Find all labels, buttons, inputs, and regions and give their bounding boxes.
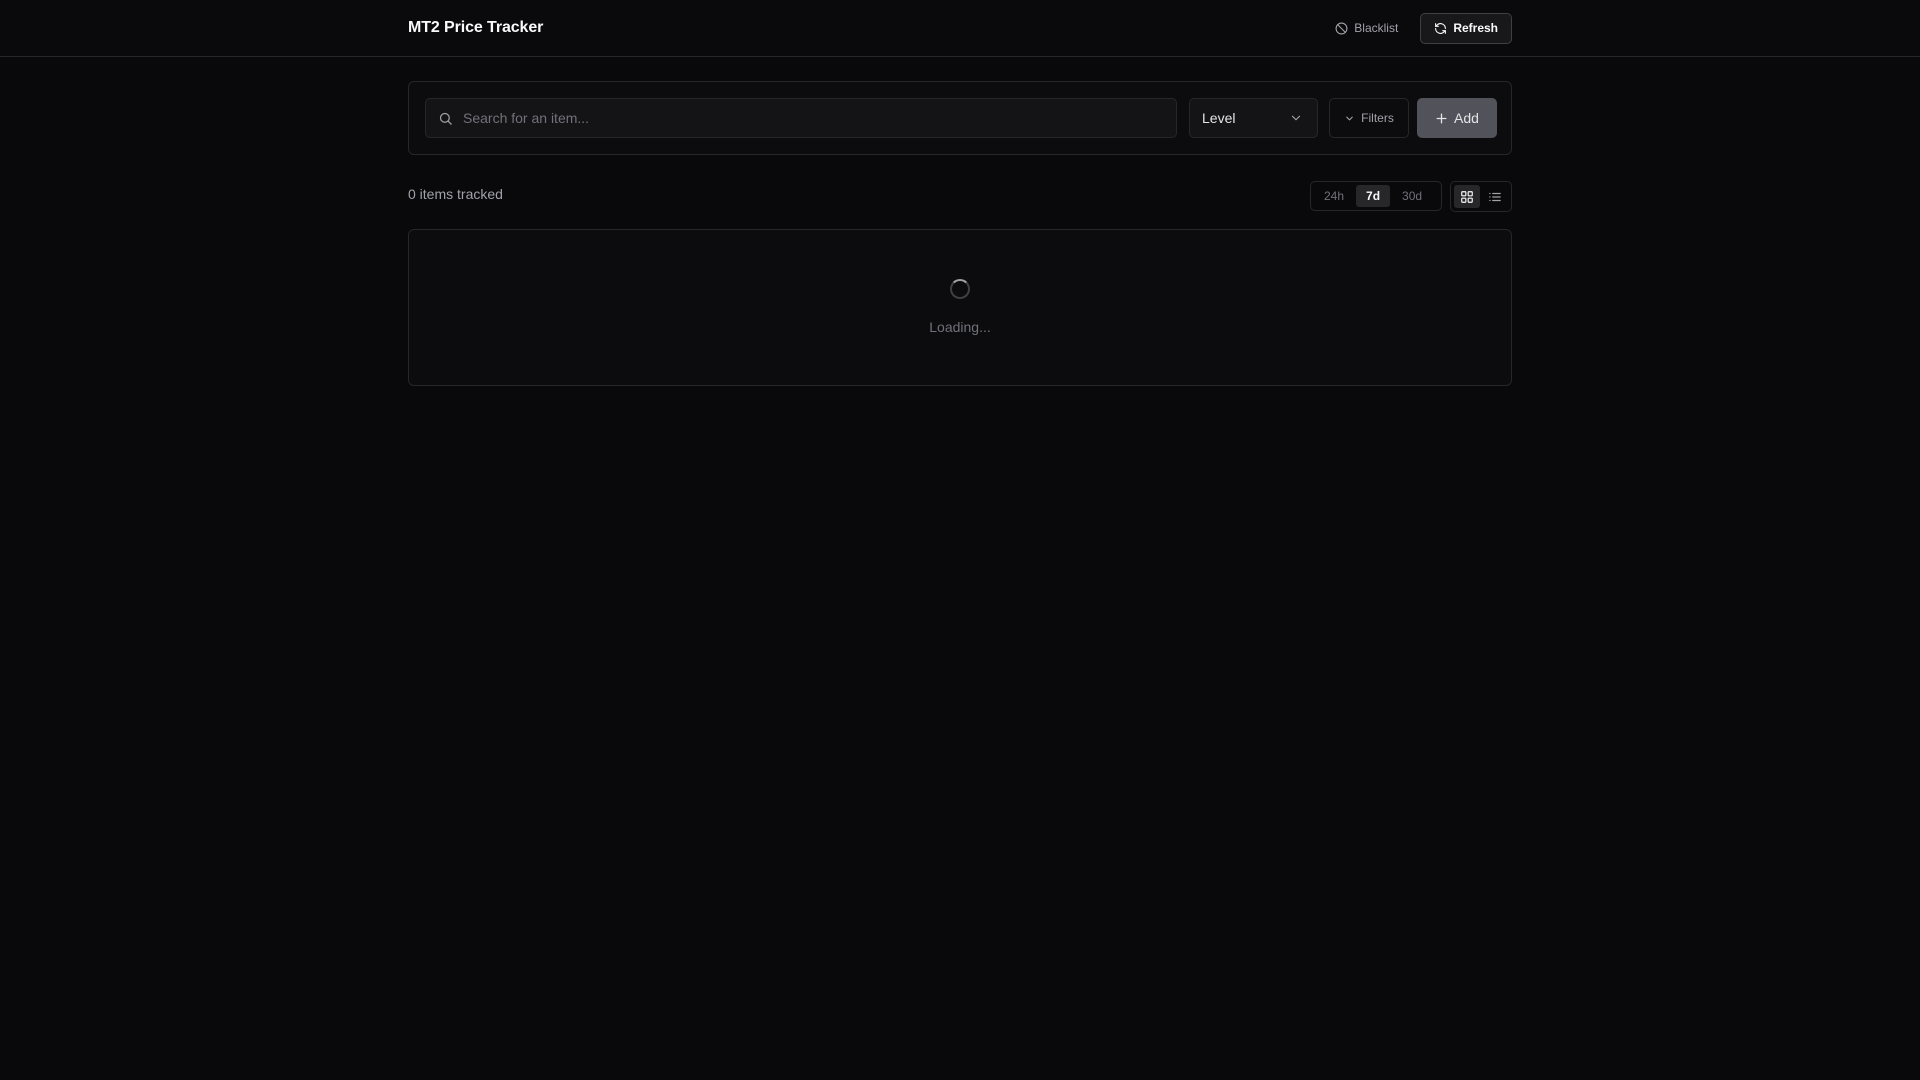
filters-button[interactable]: Filters bbox=[1329, 98, 1409, 138]
chevron-down-icon bbox=[1289, 111, 1303, 125]
level-select-value: Level bbox=[1202, 110, 1236, 126]
blacklist-button[interactable]: Blacklist bbox=[1323, 13, 1410, 43]
refresh-label: Refresh bbox=[1453, 21, 1498, 35]
add-label: Add bbox=[1454, 110, 1479, 126]
add-button[interactable]: Add bbox=[1417, 98, 1497, 138]
search-input[interactable] bbox=[463, 99, 1176, 137]
top-bar: MT2 Price Tracker Blacklist Refresh bbox=[0, 0, 1920, 57]
loading-text: Loading... bbox=[929, 319, 991, 335]
search-icon bbox=[438, 111, 453, 126]
time-range-7d[interactable]: 7d bbox=[1356, 185, 1391, 207]
blacklist-label: Blacklist bbox=[1354, 21, 1399, 35]
time-range-30d[interactable]: 30d bbox=[1392, 185, 1432, 207]
chevron-down-icon bbox=[1344, 113, 1355, 124]
top-actions: Blacklist Refresh bbox=[1323, 12, 1512, 44]
items-panel: Loading... bbox=[408, 229, 1512, 386]
plus-icon bbox=[1435, 112, 1448, 125]
time-range-toggle: 24h 7d 30d bbox=[1310, 181, 1442, 211]
app-title: MT2 Price Tracker bbox=[408, 19, 544, 36]
loading-spinner-icon bbox=[950, 279, 970, 299]
top-bar-content: MT2 Price Tracker Blacklist Refresh bbox=[408, 0, 1512, 56]
ban-icon bbox=[1335, 22, 1348, 35]
list-icon bbox=[1488, 190, 1502, 204]
refresh-button[interactable]: Refresh bbox=[1420, 12, 1512, 44]
list-view-button[interactable] bbox=[1482, 185, 1508, 208]
grid-view-button[interactable] bbox=[1454, 185, 1480, 208]
grid-icon bbox=[1460, 190, 1474, 204]
items-count: 0 items tracked bbox=[408, 186, 503, 202]
view-mode-toggle bbox=[1450, 181, 1512, 212]
refresh-icon bbox=[1434, 22, 1447, 35]
search-box bbox=[425, 98, 1177, 138]
time-range-24h[interactable]: 24h bbox=[1314, 185, 1354, 207]
level-select[interactable]: Level bbox=[1189, 98, 1318, 138]
search-panel: Level Filters Add bbox=[408, 81, 1512, 155]
filters-label: Filters bbox=[1361, 111, 1394, 125]
